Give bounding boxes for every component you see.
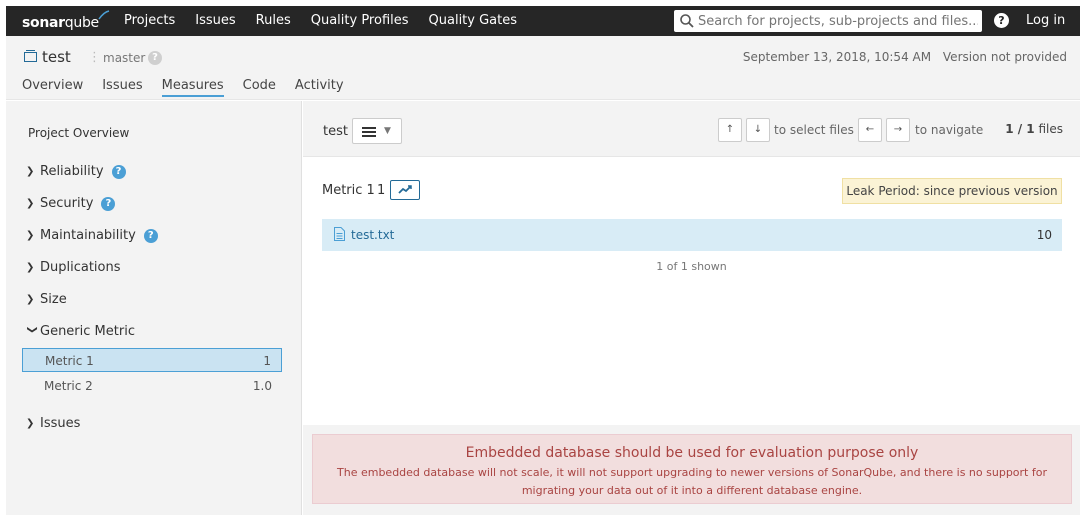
sidebar-metric-1[interactable]: Metric 1 1 [22, 348, 282, 372]
shown-count: 1 of 1 shown [656, 260, 727, 273]
sidebar-item-label: Reliability [40, 164, 104, 179]
sidebar-title[interactable]: Project Overview [28, 126, 129, 140]
metric-value: 1 [263, 354, 271, 368]
page-footer: Embedded database should be used for eva… [303, 425, 1080, 515]
chevron-right-icon: ❯ [26, 230, 35, 241]
nav-quality-profiles[interactable]: Quality Profiles [311, 6, 409, 36]
help-icon[interactable]: ? [994, 13, 1009, 28]
nav-quality-gates[interactable]: Quality Gates [429, 6, 518, 36]
chevron-right-icon: ❯ [26, 166, 35, 177]
sidebar-item-duplications[interactable]: ❯ Duplications [26, 260, 121, 275]
left-key-icon: ← [858, 118, 882, 142]
sidebar-item-maintainability[interactable]: ❯ Maintainability ? [26, 228, 158, 243]
metric-label: Metric 2 [44, 379, 93, 393]
file-metric-value: 10 [1036, 228, 1052, 242]
project-name[interactable]: test [42, 48, 71, 66]
search-input[interactable] [698, 10, 978, 32]
help-icon[interactable]: ? [101, 196, 116, 211]
nav-projects[interactable]: Projects [124, 6, 175, 36]
project-context-bar: test ⋮ master ? September 13, 2018, 10:5… [6, 36, 1080, 100]
nav-issues[interactable]: Issues [195, 6, 235, 36]
global-navbar: sonarqube Projects Issues Rules Quality … [6, 6, 1080, 36]
tab-issues[interactable]: Issues [102, 78, 142, 97]
logo-text-main: sonar [22, 15, 65, 31]
branch-name: master [103, 51, 146, 65]
branch-help-icon[interactable]: ? [148, 51, 162, 65]
sidebar-item-size[interactable]: ❯ Size [26, 292, 67, 307]
help-icon[interactable]: ? [143, 228, 158, 243]
file-name-link[interactable]: test.txt [351, 228, 394, 242]
metric-label: Metric 1 [45, 354, 94, 368]
measures-header: test ▼ ↑ ↓ to select files ← → to naviga… [303, 101, 1080, 157]
files-counter: 1 / 1 files [1005, 122, 1063, 136]
chevron-right-icon: ❯ [26, 294, 35, 305]
files-count: 1 / 1 [1005, 122, 1035, 136]
tab-code[interactable]: Code [243, 78, 276, 97]
up-key-icon: ↑ [718, 118, 742, 142]
component-breadcrumb[interactable]: test [323, 124, 348, 139]
login-link[interactable]: Log in [1026, 6, 1065, 36]
search-icon [680, 14, 694, 28]
logo-waves-icon [98, 10, 110, 20]
sidebar-item-label: Issues [40, 416, 81, 431]
list-view-icon [362, 127, 376, 137]
sidebar-item-generic-metric[interactable]: ❯ Generic Metric [26, 324, 135, 339]
sidebar-item-label: Maintainability [40, 228, 136, 243]
view-select[interactable]: ▼ [352, 118, 402, 144]
down-key-icon: ↓ [746, 118, 770, 142]
project-icon [24, 50, 37, 62]
sidebar-item-label: Size [40, 292, 67, 307]
right-key-icon: → [886, 118, 910, 142]
project-version: Version not provided [942, 50, 1067, 64]
sidebar-item-label: Security [40, 196, 94, 211]
warning-title: Embedded database should be used for eva… [465, 445, 919, 461]
metric-title: Metric 1 [322, 183, 375, 198]
global-search[interactable] [674, 10, 982, 32]
leak-period-badge: Leak Period: since previous version [842, 178, 1062, 204]
chevron-right-icon: ❯ [26, 418, 35, 429]
select-files-hint: to select files [774, 123, 854, 137]
measures-sidebar: Project Overview ❯ Reliability ? ❯ Secur… [6, 101, 302, 515]
sidebar-item-reliability[interactable]: ❯ Reliability ? [26, 164, 126, 179]
measure-content: Metric 1 1 Leak Period: since previous v… [303, 158, 1080, 424]
navigate-hint: to navigate [915, 123, 984, 137]
sidebar-item-label: Generic Metric [40, 324, 135, 339]
branch-icon: ⋮ [88, 50, 101, 65]
embedded-db-warning: Embedded database should be used for eva… [312, 434, 1072, 504]
caret-down-icon: ▼ [384, 126, 391, 136]
history-button[interactable] [390, 180, 420, 200]
project-tabs: Overview Issues Measures Code Activity [22, 78, 363, 97]
analysis-date: September 13, 2018, 10:54 AM [742, 50, 932, 64]
table-row[interactable]: test.txt 10 [322, 219, 1062, 251]
help-icon[interactable]: ? [111, 164, 126, 179]
sidebar-metric-2[interactable]: Metric 2 1.0 [22, 374, 282, 398]
trend-chart-icon [398, 185, 412, 194]
sidebar-item-issues[interactable]: ❯ Issues [26, 416, 80, 431]
warning-message: The embedded database will not scale, it… [337, 466, 1047, 497]
files-label: files [1038, 122, 1063, 136]
chevron-down-icon: ❯ [26, 325, 38, 334]
metric-value: 1.0 [252, 379, 272, 393]
metric-value: 1 [377, 183, 386, 198]
chevron-right-icon: ❯ [26, 262, 35, 273]
chevron-right-icon: ❯ [26, 198, 35, 209]
tab-measures[interactable]: Measures [161, 78, 224, 97]
project-meta: September 13, 2018, 10:54 AM Version not… [735, 50, 1067, 64]
tab-overview[interactable]: Overview [22, 78, 83, 97]
logo-text-accent: qube [64, 15, 99, 31]
file-icon [334, 227, 345, 241]
sidebar-item-label: Duplications [40, 260, 121, 275]
sidebar-item-security[interactable]: ❯ Security ? [26, 196, 116, 211]
sonarqube-logo[interactable]: sonarqube [22, 10, 110, 32]
nav-rules[interactable]: Rules [256, 6, 291, 36]
tab-activity[interactable]: Activity [295, 78, 344, 97]
global-nav: Projects Issues Rules Quality Profiles Q… [124, 6, 537, 36]
